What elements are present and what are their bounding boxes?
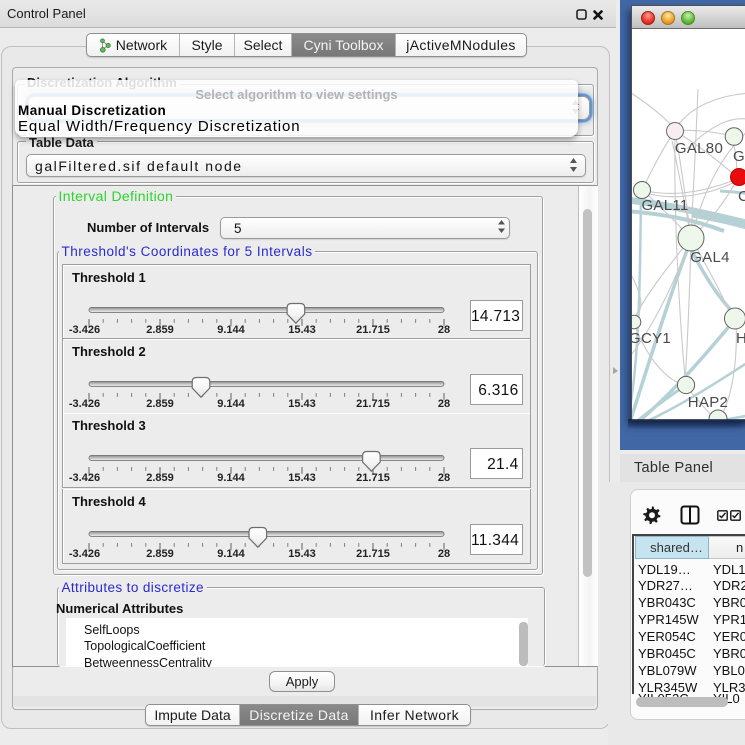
svg-text:28: 28 bbox=[438, 324, 450, 336]
svg-text:15.43: 15.43 bbox=[288, 548, 316, 560]
svg-text:15.43: 15.43 bbox=[288, 324, 316, 336]
svg-text:-3.426: -3.426 bbox=[69, 324, 100, 336]
svg-text:21.715: 21.715 bbox=[356, 324, 390, 336]
svg-text:HAP2: HAP2 bbox=[688, 394, 728, 411]
svg-text:15.43: 15.43 bbox=[288, 472, 316, 484]
svg-text:28: 28 bbox=[438, 548, 450, 560]
svg-text:2.859: 2.859 bbox=[146, 398, 174, 410]
svg-text:9.144: 9.144 bbox=[217, 324, 245, 336]
svg-text:28: 28 bbox=[438, 472, 450, 484]
svg-text:2.859: 2.859 bbox=[146, 548, 174, 560]
svg-text:C: C bbox=[738, 188, 745, 205]
svg-text:-3.426: -3.426 bbox=[69, 548, 100, 560]
svg-text:H: H bbox=[736, 330, 745, 347]
svg-text:9.144: 9.144 bbox=[217, 398, 245, 410]
svg-text:21.715: 21.715 bbox=[356, 472, 390, 484]
svg-text:21.715: 21.715 bbox=[356, 398, 390, 410]
svg-text:-3.426: -3.426 bbox=[69, 472, 100, 484]
svg-text:21.715: 21.715 bbox=[356, 548, 390, 560]
svg-text:15.43: 15.43 bbox=[288, 398, 316, 410]
svg-text:2.859: 2.859 bbox=[146, 324, 174, 336]
svg-text:GA: GA bbox=[733, 148, 745, 165]
svg-text:GCY1: GCY1 bbox=[632, 330, 671, 347]
svg-text:GAL11: GAL11 bbox=[641, 197, 688, 214]
svg-text:-3.426: -3.426 bbox=[69, 398, 100, 410]
svg-text:GAL4: GAL4 bbox=[690, 249, 730, 266]
svg-text:9.144: 9.144 bbox=[217, 548, 245, 560]
svg-text:9.144: 9.144 bbox=[217, 472, 245, 484]
svg-text:2.859: 2.859 bbox=[146, 472, 174, 484]
svg-text:28: 28 bbox=[438, 398, 450, 410]
svg-text:GAL80: GAL80 bbox=[675, 140, 723, 157]
